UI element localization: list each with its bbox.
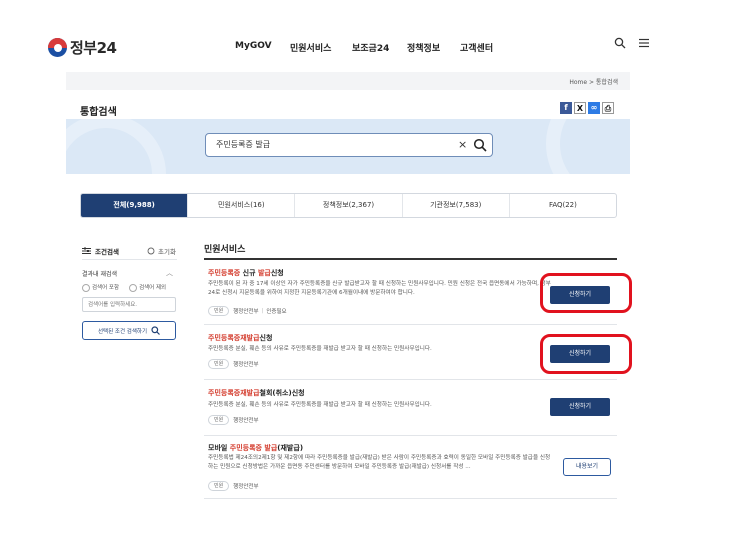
result-title[interactable]: 주민등록증재발급철회(취소)신청 [208,388,305,398]
nav-item-civil-service[interactable]: 민원서비스 [290,41,331,54]
agency-name: 행정안전부 [233,484,259,490]
decorative-circle [66,119,166,174]
menu-icon[interactable] [638,37,650,49]
section-title: 민원서비스 [204,245,246,255]
within-search-input[interactable] [82,297,176,312]
result-tags: 민원 행정안전부 | 인증필요 [208,306,287,316]
decorative-circle [546,119,630,174]
breadcrumb[interactable]: Home > 통합검색 [569,77,618,86]
title-text: (재발급) [277,444,304,452]
print-icon[interactable]: ⎙ [602,102,614,114]
radio-icon [129,283,138,292]
category-badge: 민원 [208,306,230,316]
tab-agency-info[interactable]: 기관정보(7,583) [401,194,509,217]
result-description: 주민등록이 된 자 중 17세 이상인 자가 주민등록증을 신규 발급받고자 할… [208,281,551,296]
result-item: 주민등록증재발급철회(취소)신청 주민등록증 분실, 훼손 등의 사유로 주민등… [204,381,617,436]
divider [82,259,177,260]
result-tabs: 전체(9,988) 민원서비스(16) 정책정보(2,367) 기관정보(7,5… [80,193,617,218]
category-badge: 민원 [208,359,230,369]
search-icon[interactable] [614,37,626,49]
result-title[interactable]: 주민등록증재발급신청 [208,333,272,343]
tab-policy-info[interactable]: 정책정보(2,367) [294,194,401,217]
exclude-label: 검색어 제외 [139,285,167,291]
result-tags: 민원 행정안전부 [208,415,259,425]
search-selected-label: 선택된 조건 검색하기 [97,328,148,335]
refresh-icon [147,247,155,255]
nav-item-subsidy24[interactable]: 보조금24 [352,41,389,54]
include-label: 검색어 포함 [92,285,120,291]
title-highlight: 주민등록증 [208,269,241,277]
highlight-annotation [540,273,632,313]
nav-item-customer-center[interactable]: 고객센터 [460,41,493,54]
auth-required: 인증필요 [266,309,287,315]
category-badge: 민원 [208,481,230,491]
filter-icon [82,247,91,254]
share-buttons: f X ∞ ⎙ [560,102,614,114]
category-badge: 민원 [208,415,230,425]
filter-header: 조건검색 [82,246,119,256]
search-icon [151,326,160,335]
title-text: 철회(취소)신청 [259,389,305,397]
within-options: 검색어 포함 검색어 제외 [82,283,166,292]
nav-item-policy-info[interactable]: 정책정보 [407,41,440,54]
result-tags: 민원 행정안전부 [208,359,259,369]
header-icons [614,37,650,49]
include-option[interactable]: 검색어 포함 [82,283,119,292]
agency-name: 행정안전부 [233,418,259,424]
result-tags: 민원 행정안전부 [208,481,259,491]
government-emblem-icon [48,38,67,57]
logo[interactable]: 정부24 [48,37,117,58]
chevron-up-icon[interactable]: ︿ [166,268,173,278]
view-details-button[interactable]: 내용보기 [563,458,611,476]
separator: | [261,308,264,314]
tab-all[interactable]: 전체(9,988) [81,194,188,217]
highlight-annotation [540,334,632,374]
result-item: 모바일 주민등록증 발급(재발급) 주민등록법 제24조의2제1항 및 제2항에… [204,437,617,499]
reset-label: 초기화 [158,248,176,256]
title-highlight: 발급 [257,269,271,277]
search-input[interactable] [216,140,446,149]
result-title[interactable]: 주민등록증 신규 발급신청 [208,268,284,278]
exclude-option[interactable]: 검색어 제외 [129,283,166,292]
clear-search-icon[interactable]: × [458,138,467,151]
nav-item-mygov[interactable]: MyGOV [235,41,272,51]
x-twitter-icon[interactable]: X [574,102,586,114]
breadcrumb-bar: Home > 통합검색 [66,72,630,90]
title-text: 신청 [259,334,273,342]
tab-faq[interactable]: FAQ(22) [508,194,616,217]
section-divider [204,258,617,260]
title-text: 신청 [270,269,284,277]
tab-civil-service[interactable]: 민원서비스(16) [187,194,294,217]
site-header: 정부24 MyGOV 민원서비스 보조금24 정책정보 고객센터 [0,0,740,70]
apply-button[interactable]: 신청하기 [550,398,610,416]
page-title: 통합검색 [80,107,117,118]
filter-title: 조건검색 [95,248,119,256]
reset-button[interactable]: 초기화 [147,246,176,256]
within-search-label: 결과내 재검색 [82,271,118,278]
result-description: 주민등록증 분실, 훼손 등의 사유로 주민등록증을 재발급 받고자 할 때 신… [208,346,432,352]
search-selected-button[interactable]: 선택된 조건 검색하기 [82,321,176,340]
agency-name: 행정안전부 [233,362,259,368]
result-description: 주민등록증 분실, 훼손 등의 사유로 주민등록증을 재발급 받고자 할 때 신… [208,402,432,408]
logo-text: 정부24 [70,39,117,57]
title-highlight: 주민등록증 발급 [229,444,278,452]
title-highlight: 주민등록증재발급 [208,334,260,342]
facebook-icon[interactable]: f [560,102,572,114]
agency-name: 행정안전부 [233,309,259,315]
radio-icon [82,283,90,292]
title-text: 신규 [240,269,258,277]
search-submit-icon[interactable] [473,138,487,152]
result-title[interactable]: 모바일 주민등록증 발급(재발급) [208,443,303,453]
title-text: 모바일 [208,444,230,452]
title-highlight: 주민등록증재발급 [208,389,260,397]
search-box: × [205,133,493,157]
link-copy-icon[interactable]: ∞ [588,102,600,114]
result-description: 주민등록법 제24조의2제1항 및 제2항에 따라 주민등록증을 발급(재발급)… [208,455,551,470]
